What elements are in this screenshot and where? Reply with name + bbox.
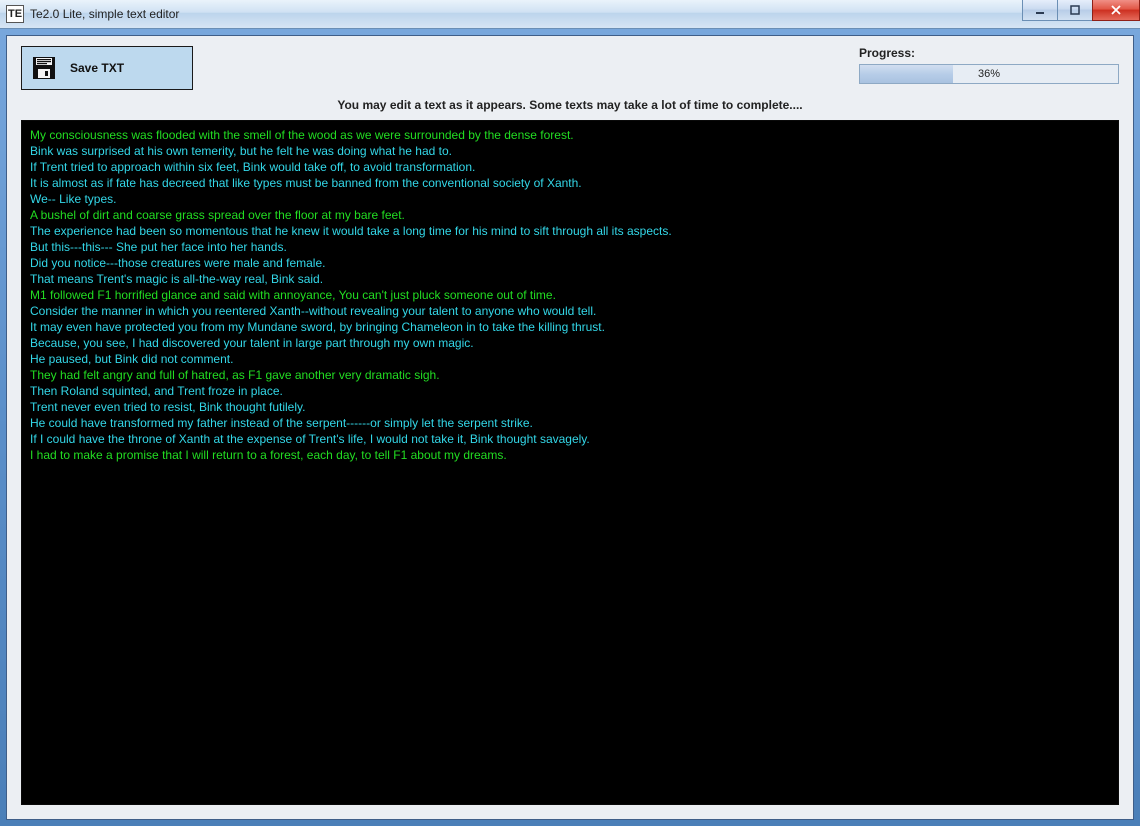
editor-line[interactable]: My consciousness was flooded with the sm… xyxy=(30,127,1110,143)
progress-bar: 36% xyxy=(859,64,1119,84)
editor-line[interactable]: That means Trent's magic is all-the-way … xyxy=(30,271,1110,287)
instruction-text: You may edit a text as it appears. Some … xyxy=(7,98,1133,112)
editor-line[interactable]: Consider the manner in which you reenter… xyxy=(30,303,1110,319)
editor-line[interactable]: M1 followed F1 horrified glance and said… xyxy=(30,287,1110,303)
editor-line[interactable]: He paused, but Bink did not comment. xyxy=(30,351,1110,367)
close-button[interactable] xyxy=(1092,0,1140,21)
maximize-button[interactable] xyxy=(1057,0,1093,21)
editor-line[interactable]: He could have transformed my father inst… xyxy=(30,415,1110,431)
editor-line[interactable]: I had to make a promise that I will retu… xyxy=(30,447,1110,463)
client-area: Save TXT Progress: 36% You may edit a te… xyxy=(6,35,1134,820)
top-row: Save TXT Progress: 36% xyxy=(7,36,1133,90)
minimize-button[interactable] xyxy=(1022,0,1058,21)
editor-line[interactable]: It is almost as if fate has decreed that… xyxy=(30,175,1110,191)
editor-line[interactable]: Bink was surprised at his own temerity, … xyxy=(30,143,1110,159)
editor-line[interactable]: We-- Like types. xyxy=(30,191,1110,207)
editor-line[interactable]: But this---this--- She put her face into… xyxy=(30,239,1110,255)
editor-line[interactable]: Did you notice---those creatures were ma… xyxy=(30,255,1110,271)
editor-line[interactable]: Because, you see, I had discovered your … xyxy=(30,335,1110,351)
floppy-icon xyxy=(32,56,56,80)
editor-line[interactable]: It may even have protected you from my M… xyxy=(30,319,1110,335)
window-title: Te2.0 Lite, simple text editor xyxy=(30,7,179,21)
progress-percent: 36% xyxy=(978,68,1000,80)
editor-line[interactable]: If I could have the throne of Xanth at t… xyxy=(30,431,1110,447)
progress-fill xyxy=(860,65,953,83)
app-icon: TE xyxy=(6,5,24,23)
editor-line[interactable]: Trent never even tried to resist, Bink t… xyxy=(30,399,1110,415)
progress-label: Progress: xyxy=(859,46,1119,60)
editor-line[interactable]: The experience had been so momentous tha… xyxy=(30,223,1110,239)
editor-line[interactable]: If Trent tried to approach within six fe… xyxy=(30,159,1110,175)
titlebar: TE Te2.0 Lite, simple text editor xyxy=(0,0,1140,29)
editor-line[interactable]: A bushel of dirt and coarse grass spread… xyxy=(30,207,1110,223)
editor-line[interactable]: Then Roland squinted, and Trent froze in… xyxy=(30,383,1110,399)
window-controls xyxy=(1022,0,1140,20)
save-txt-button[interactable]: Save TXT xyxy=(21,46,193,90)
editor-line[interactable]: They had felt angry and full of hatred, … xyxy=(30,367,1110,383)
text-editor[interactable]: My consciousness was flooded with the sm… xyxy=(21,120,1119,805)
save-button-label: Save TXT xyxy=(70,61,124,75)
progress-section: Progress: 36% xyxy=(859,46,1119,84)
